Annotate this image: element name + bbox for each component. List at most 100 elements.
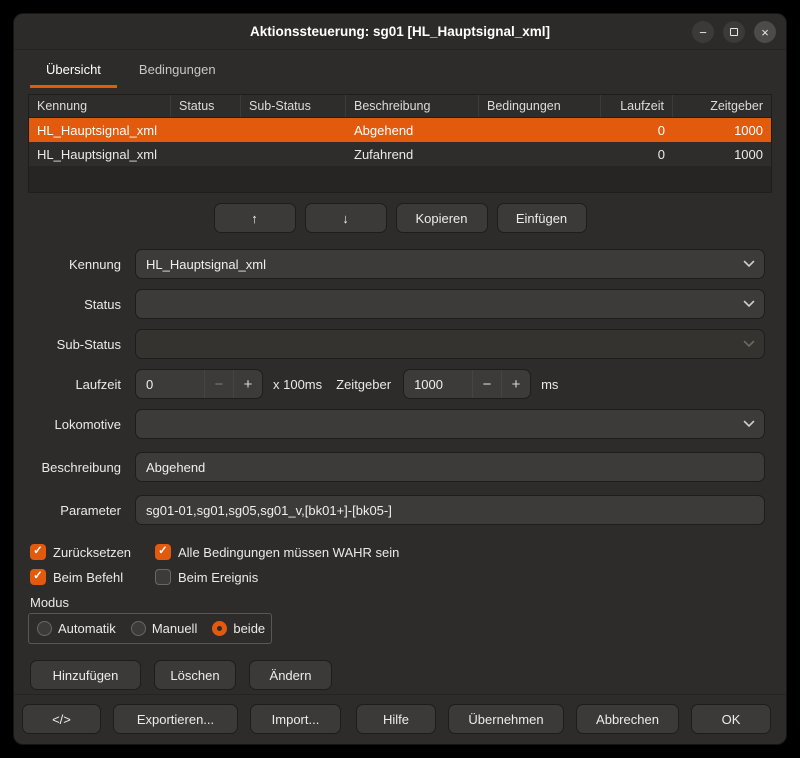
zeitgeber-label: Zeitgeber (336, 377, 391, 392)
radio-beide[interactable]: beide (212, 621, 265, 636)
radio-label: Manuell (152, 621, 198, 636)
column-header-sub-status[interactable]: Sub-Status (241, 95, 346, 117)
table-row[interactable]: HL_Hauptsignal_xml Abgehend 0 1000 (29, 118, 771, 142)
close-icon: × (761, 26, 769, 39)
checkbox-label: Beim Ereignis (178, 570, 258, 585)
kennung-row: Kennung HL_Hauptsignal_xml (28, 249, 765, 279)
table-header: Kennung Status Sub-Status Beschreibung B… (29, 95, 771, 118)
ok-button[interactable]: OK (691, 704, 771, 734)
radio-automatik[interactable]: Automatik (37, 621, 116, 636)
column-header-status[interactable]: Status (171, 95, 241, 117)
check-icon: ✓ (33, 571, 43, 583)
kennung-value: HL_Hauptsignal_xml (146, 257, 734, 272)
minimize-button[interactable]: − (692, 21, 714, 43)
zeitgeber-value: 1000 (404, 377, 472, 392)
add-button[interactable]: Hinzufügen (30, 660, 141, 690)
laufzeit-row: Laufzeit 0 − + x 100ms Zeitgeber 1000 − … (28, 369, 765, 399)
sub-status-row: Sub-Status (28, 329, 765, 359)
checkbox-beim-ereignis[interactable]: Beim Ereignis (155, 569, 258, 585)
change-button[interactable]: Ändern (249, 660, 332, 690)
maximize-button[interactable] (723, 21, 745, 43)
import-button[interactable]: Import... (250, 704, 341, 734)
window-controls: − × (692, 21, 776, 43)
table-empty-area[interactable] (29, 166, 771, 192)
table-row[interactable]: HL_Hauptsignal_xml Zufahrend 0 1000 (29, 142, 771, 166)
modus-label: Modus (14, 595, 786, 610)
check-icon: ✓ (158, 546, 168, 558)
tab-uebersicht[interactable]: Übersicht (30, 55, 117, 88)
paste-button[interactable]: Einfügen (497, 203, 587, 233)
parameter-label: Parameter (28, 503, 121, 518)
lokomotive-combobox[interactable] (135, 409, 765, 439)
code-button[interactable]: </> (22, 704, 101, 734)
checkbox-label: Alle Bedingungen müssen WAHR sein (178, 545, 399, 560)
cell-status (171, 118, 241, 142)
apply-button[interactable]: Übernehmen (448, 704, 564, 734)
dialog-window: Aktionssteuerung: sg01 [HL_Hauptsignal_x… (14, 14, 786, 744)
window-title: Aktionssteuerung: sg01 [HL_Hauptsignal_x… (250, 24, 550, 39)
cell-laufzeit: 0 (601, 118, 673, 142)
column-header-beschreibung[interactable]: Beschreibung (346, 95, 479, 117)
column-header-bedingungen[interactable]: Bedingungen (479, 95, 601, 117)
parameter-input[interactable]: sg01-01,sg01,sg05,sg01_v,[bk01+]-[bk05-] (135, 495, 765, 525)
checkbox-alle-bedingungen[interactable]: ✓ Alle Bedingungen müssen WAHR sein (155, 544, 399, 560)
laufzeit-spinbox[interactable]: 0 − + (135, 369, 263, 399)
cell-zeitgeber: 1000 (673, 142, 771, 166)
cell-beschreibung: Abgehend (346, 118, 479, 142)
modus-frame: Automatik Manuell beide (28, 613, 272, 644)
list-toolbar: ↑ ↓ Kopieren Einfügen (14, 203, 786, 233)
chevron-down-icon[interactable] (734, 410, 764, 438)
checkbox-zuruecksetzen[interactable]: ✓ Zurücksetzen (30, 544, 155, 560)
checkbox-row-1: ✓ Zurücksetzen ✓ Alle Bedingungen müssen… (14, 544, 786, 560)
kennung-combobox[interactable]: HL_Hauptsignal_xml (135, 249, 765, 279)
cancel-button[interactable]: Abbrechen (576, 704, 679, 734)
cell-bedingungen (479, 142, 601, 166)
radio-label: Automatik (58, 621, 116, 636)
cell-zeitgeber: 1000 (673, 118, 771, 142)
export-button[interactable]: Exportieren... (113, 704, 238, 734)
titlebar[interactable]: Aktionssteuerung: sg01 [HL_Hauptsignal_x… (14, 14, 786, 50)
parameter-row: Parameter sg01-01,sg01,sg05,sg01_v,[bk01… (28, 495, 765, 525)
close-button[interactable]: × (754, 21, 776, 43)
zeitgeber-unit: ms (541, 377, 558, 392)
sub-status-label: Sub-Status (28, 337, 121, 352)
move-up-button[interactable]: ↑ (214, 203, 296, 233)
checkbox-checked-icon: ✓ (30, 544, 46, 560)
checkbox-beim-befehl[interactable]: ✓ Beim Befehl (30, 569, 155, 585)
check-icon: ✓ (33, 546, 43, 558)
status-combobox[interactable] (135, 289, 765, 319)
column-header-kennung[interactable]: Kennung (29, 95, 171, 117)
column-header-zeitgeber[interactable]: Zeitgeber (673, 95, 771, 117)
copy-button[interactable]: Kopieren (396, 203, 488, 233)
dialog-buttons: </> Exportieren... Import... Hilfe Übern… (14, 694, 786, 744)
tab-bedingungen[interactable]: Bedingungen (123, 55, 232, 88)
beschreibung-input[interactable]: Abgehend (135, 452, 765, 482)
lokomotive-row: Lokomotive (28, 409, 765, 439)
move-down-button[interactable]: ↓ (305, 203, 387, 233)
cell-laufzeit: 0 (601, 142, 673, 166)
increment-button[interactable]: + (501, 370, 530, 398)
laufzeit-value: 0 (136, 377, 204, 392)
radio-manuell[interactable]: Manuell (131, 621, 198, 636)
increment-button[interactable]: + (233, 370, 262, 398)
column-header-laufzeit[interactable]: Laufzeit (601, 95, 673, 117)
decrement-button[interactable]: − (204, 370, 233, 398)
delete-button[interactable]: Löschen (154, 660, 236, 690)
cell-status (171, 142, 241, 166)
chevron-down-icon[interactable] (734, 250, 764, 278)
laufzeit-label: Laufzeit (28, 377, 121, 392)
help-button[interactable]: Hilfe (356, 704, 436, 734)
decrement-button[interactable]: − (472, 370, 501, 398)
chevron-down-icon (734, 330, 764, 358)
radio-unselected-icon (37, 621, 52, 636)
zeitgeber-spinbox[interactable]: 1000 − + (403, 369, 531, 399)
kennung-label: Kennung (28, 257, 121, 272)
beschreibung-label: Beschreibung (28, 460, 121, 475)
record-actions: Hinzufügen Löschen Ändern (14, 660, 786, 690)
status-label: Status (28, 297, 121, 312)
cell-beschreibung: Zufahrend (346, 142, 479, 166)
checkbox-unchecked-icon (155, 569, 171, 585)
tab-bar: Übersicht Bedingungen (14, 50, 786, 88)
radio-selected-icon (212, 621, 227, 636)
chevron-down-icon[interactable] (734, 290, 764, 318)
